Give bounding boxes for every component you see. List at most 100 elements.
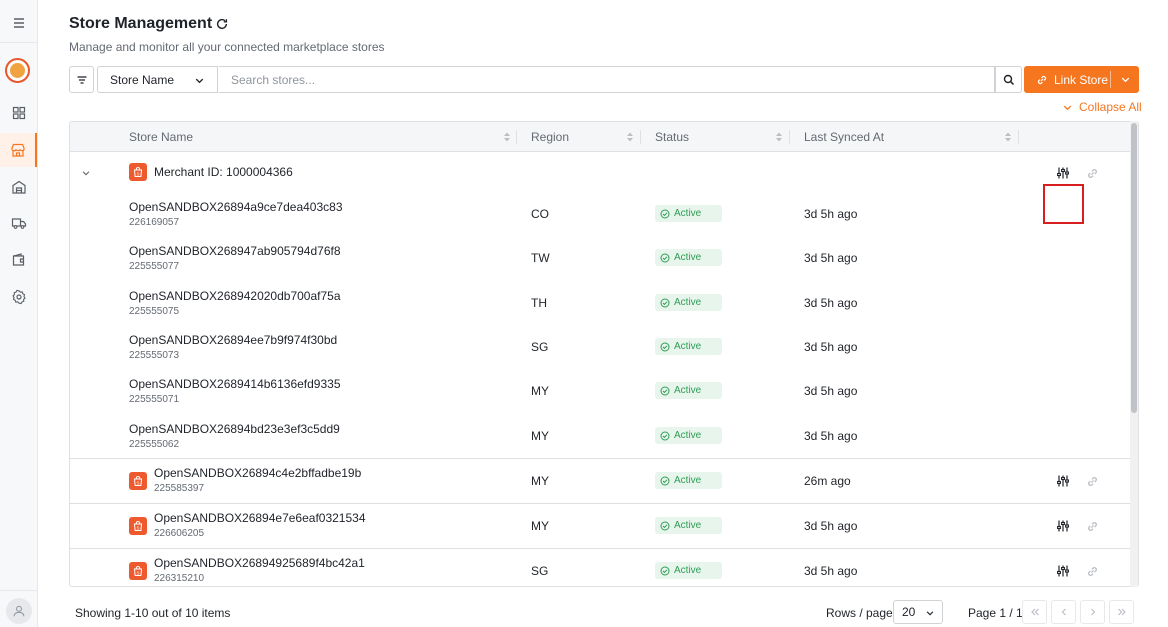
link-button[interactable] [1084,563,1100,579]
page-title: Store Management [69,15,213,32]
store-name[interactable]: OpenSANDBOX26894ee7b9f974f30bd [129,333,337,347]
first-page-button[interactable] [1022,600,1047,624]
sidebar-item-shipping[interactable] [0,206,37,240]
last-page-button[interactable] [1109,600,1134,624]
store-name[interactable]: OpenSANDBOX26894e7e6eaf0321534 [154,511,366,525]
search-button[interactable] [995,66,1022,93]
sidebar-item-dashboard[interactable] [0,96,37,130]
link-store-button[interactable]: Link Store [1024,66,1139,93]
column-header-status[interactable]: Status [655,122,689,152]
link-button[interactable] [1084,473,1100,489]
last-synced-cell: 3d 5h ago [804,296,858,310]
prev-page-button[interactable] [1051,600,1076,624]
status-badge: Active [655,517,722,534]
search-input[interactable] [219,66,995,93]
check-circle-icon [660,298,670,307]
search-field-select[interactable]: Store Name [97,66,218,93]
avatar[interactable] [6,598,32,624]
store-id: 225585397 [154,483,205,494]
menu-toggle[interactable] [0,6,37,40]
status-badge: Active [655,562,722,579]
sidebar-divider [0,42,37,43]
sidebar-item-finance[interactable] [0,243,37,277]
column-header-region[interactable]: Region [531,122,569,152]
table-scrollbar[interactable] [1130,121,1138,587]
rows-per-page-label: Rows / page [826,606,893,620]
next-page-button[interactable] [1080,600,1105,624]
check-circle-icon [660,342,670,351]
collapse-all-button[interactable]: Collapse All [1062,100,1142,114]
brand-logo[interactable] [5,58,30,83]
sidebar-item-warehouse[interactable] [0,170,37,204]
sort-icon[interactable] [503,132,511,142]
double-chevron-left-icon [1030,608,1039,616]
region-cell: SG [531,564,549,578]
check-circle-icon [660,386,670,395]
sidebar-divider [0,590,37,591]
store-id: 226169057 [129,217,180,228]
link-button[interactable] [1084,165,1100,181]
check-circle-icon [660,209,670,218]
sort-icon[interactable] [626,132,634,142]
sliders-icon [1057,520,1069,532]
shopee-bag-icon: S [129,517,147,535]
table-row[interactable]: S OpenSANDBOX26894c4e2bffadbe19b 2255853… [70,459,1130,504]
sidebar-item-settings[interactable] [0,280,37,314]
chevron-down-icon [1063,105,1072,110]
link-icon [1087,566,1097,576]
table-row[interactable]: OpenSANDBOX268947ab905794d76f8 225555077… [70,237,1130,281]
region-cell: TW [531,251,550,265]
filter-button[interactable] [69,66,94,93]
stores-table: Store Name Region Status Last Synced At … [69,121,1139,587]
settings-icon [11,289,26,305]
last-synced-cell: 3d 5h ago [804,340,858,354]
settings-button[interactable] [1055,165,1071,181]
table-row[interactable]: OpenSANDBOX268942020db700af75a 225555075… [70,282,1130,326]
table-row[interactable]: S OpenSANDBOX26894e7e6eaf0321534 2266062… [70,504,1130,549]
shopee-bag-icon: S [129,472,147,490]
status-badge: Active [655,249,722,266]
table-row[interactable]: S OpenSANDBOX26894925689f4bc42a1 2263152… [70,549,1130,586]
store-name[interactable]: OpenSANDBOX268947ab905794d76f8 [129,244,341,258]
store-name[interactable]: OpenSANDBOX26894bd23e3ef3c5dd9 [129,422,340,436]
filter-icon [77,75,86,84]
region-cell: MY [531,519,549,533]
store-name[interactable]: OpenSANDBOX2689414b6136efd9335 [129,377,341,391]
store-name[interactable]: OpenSANDBOX268942020db700af75a [129,289,341,303]
svg-text:S: S [136,570,139,575]
rows-per-page-select[interactable]: 20 [893,600,943,624]
user-icon [13,605,25,617]
sidebar-item-stores[interactable] [0,133,37,167]
chevron-right-icon [1090,608,1095,616]
store-name[interactable]: OpenSANDBOX26894c4e2bffadbe19b [154,466,361,480]
collapse-all-label: Collapse All [1079,100,1142,114]
settings-button[interactable] [1055,518,1071,534]
refresh-icon[interactable] [215,17,229,31]
table-header: Store Name Region Status Last Synced At [70,122,1138,152]
store-name[interactable]: OpenSANDBOX26894a9ce7dea403c83 [129,200,343,214]
settings-button[interactable] [1055,563,1071,579]
link-button[interactable] [1084,518,1100,534]
check-circle-icon [660,566,670,575]
last-synced-cell: 3d 5h ago [804,564,858,578]
settings-button[interactable] [1055,473,1071,489]
store-id: 225555062 [129,439,180,450]
table-row[interactable]: OpenSANDBOX2689414b6136efd9335 225555071… [70,370,1130,414]
store-name[interactable]: OpenSANDBOX26894925689f4bc42a1 [154,556,365,570]
svg-text:S: S [136,171,139,176]
table-row[interactable]: OpenSANDBOX26894ee7b9f974f30bd 225555073… [70,326,1130,370]
column-header-last-synced[interactable]: Last Synced At [804,122,884,152]
scrollbar-thumb[interactable] [1131,123,1137,413]
table-row[interactable]: OpenSANDBOX26894a9ce7dea403c83 226169057… [70,193,1130,237]
region-cell: MY [531,429,549,443]
truck-icon [11,218,26,229]
chevron-down-icon[interactable] [1120,74,1131,85]
column-header-store-name[interactable]: Store Name [129,122,193,152]
sort-icon[interactable] [1004,132,1012,142]
chevron-down-icon[interactable] [81,168,91,178]
chevron-down-icon [926,611,934,616]
status-badge: Active [655,382,722,399]
table-row[interactable]: OpenSANDBOX26894bd23e3ef3c5dd9 225555062… [70,415,1130,459]
store-id: 226315210 [154,573,205,584]
sort-icon[interactable] [775,132,783,142]
